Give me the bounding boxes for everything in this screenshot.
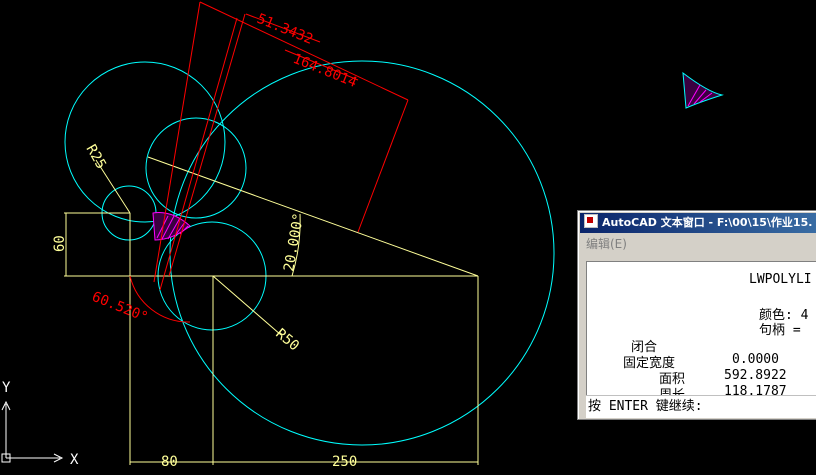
dim-text-20-angle: 20.000° (281, 212, 307, 273)
dim-text-60-angle: 60.520° (90, 289, 151, 326)
output-object-type: LWPOLYLI (749, 272, 812, 287)
dim-text-80: 80 (161, 454, 178, 470)
line-slope[interactable] (147, 156, 479, 277)
dim-inner-2[interactable] (159, 17, 238, 291)
dim-text-60: 60 (52, 235, 68, 252)
ucs-icon (1, 400, 64, 463)
circle-r50[interactable] (64, 61, 226, 223)
circle-large[interactable] (169, 60, 555, 446)
text-window-titlebar[interactable]: AutoCAD 文本窗口 - F:\00\15\作业15. (580, 213, 816, 233)
output-width-value: 0.0000 (732, 352, 779, 367)
output-handle: 句柄 = (759, 323, 801, 338)
autocad-icon (584, 214, 598, 228)
dim-inner-1[interactable] (168, 13, 246, 277)
leader-r50[interactable] (212, 275, 282, 336)
hatch-marker[interactable] (682, 71, 724, 109)
dim-text-250: 250 (332, 454, 357, 470)
command-prompt[interactable]: 按 ENTER 键继续: (586, 395, 816, 418)
ucs-x-label: X (70, 452, 79, 468)
dim-text-r25: R25 (83, 142, 110, 172)
dim-text-r50: R50 (272, 326, 302, 355)
text-window[interactable]: AutoCAD 文本窗口 - F:\00\15\作业15. 编辑(E) LWPO… (577, 210, 816, 420)
dim-rect-top[interactable] (199, 1, 409, 101)
dim-rect-left[interactable] (153, 1, 201, 283)
output-area-value: 592.8922 (724, 368, 787, 383)
text-window-menubar: 编辑(E) (580, 235, 816, 253)
ucs-y-label: Y (2, 380, 11, 396)
text-window-output[interactable]: LWPOLYLI 颜色: 4 句柄 = 闭合 固定宽度 0.0000 面积 59… (586, 261, 816, 400)
menu-edit[interactable]: 编辑(E) (586, 237, 627, 251)
text-window-title: AutoCAD 文本窗口 - F:\00\15\作业15. (602, 216, 813, 229)
dim-rect-right[interactable] (357, 99, 409, 233)
